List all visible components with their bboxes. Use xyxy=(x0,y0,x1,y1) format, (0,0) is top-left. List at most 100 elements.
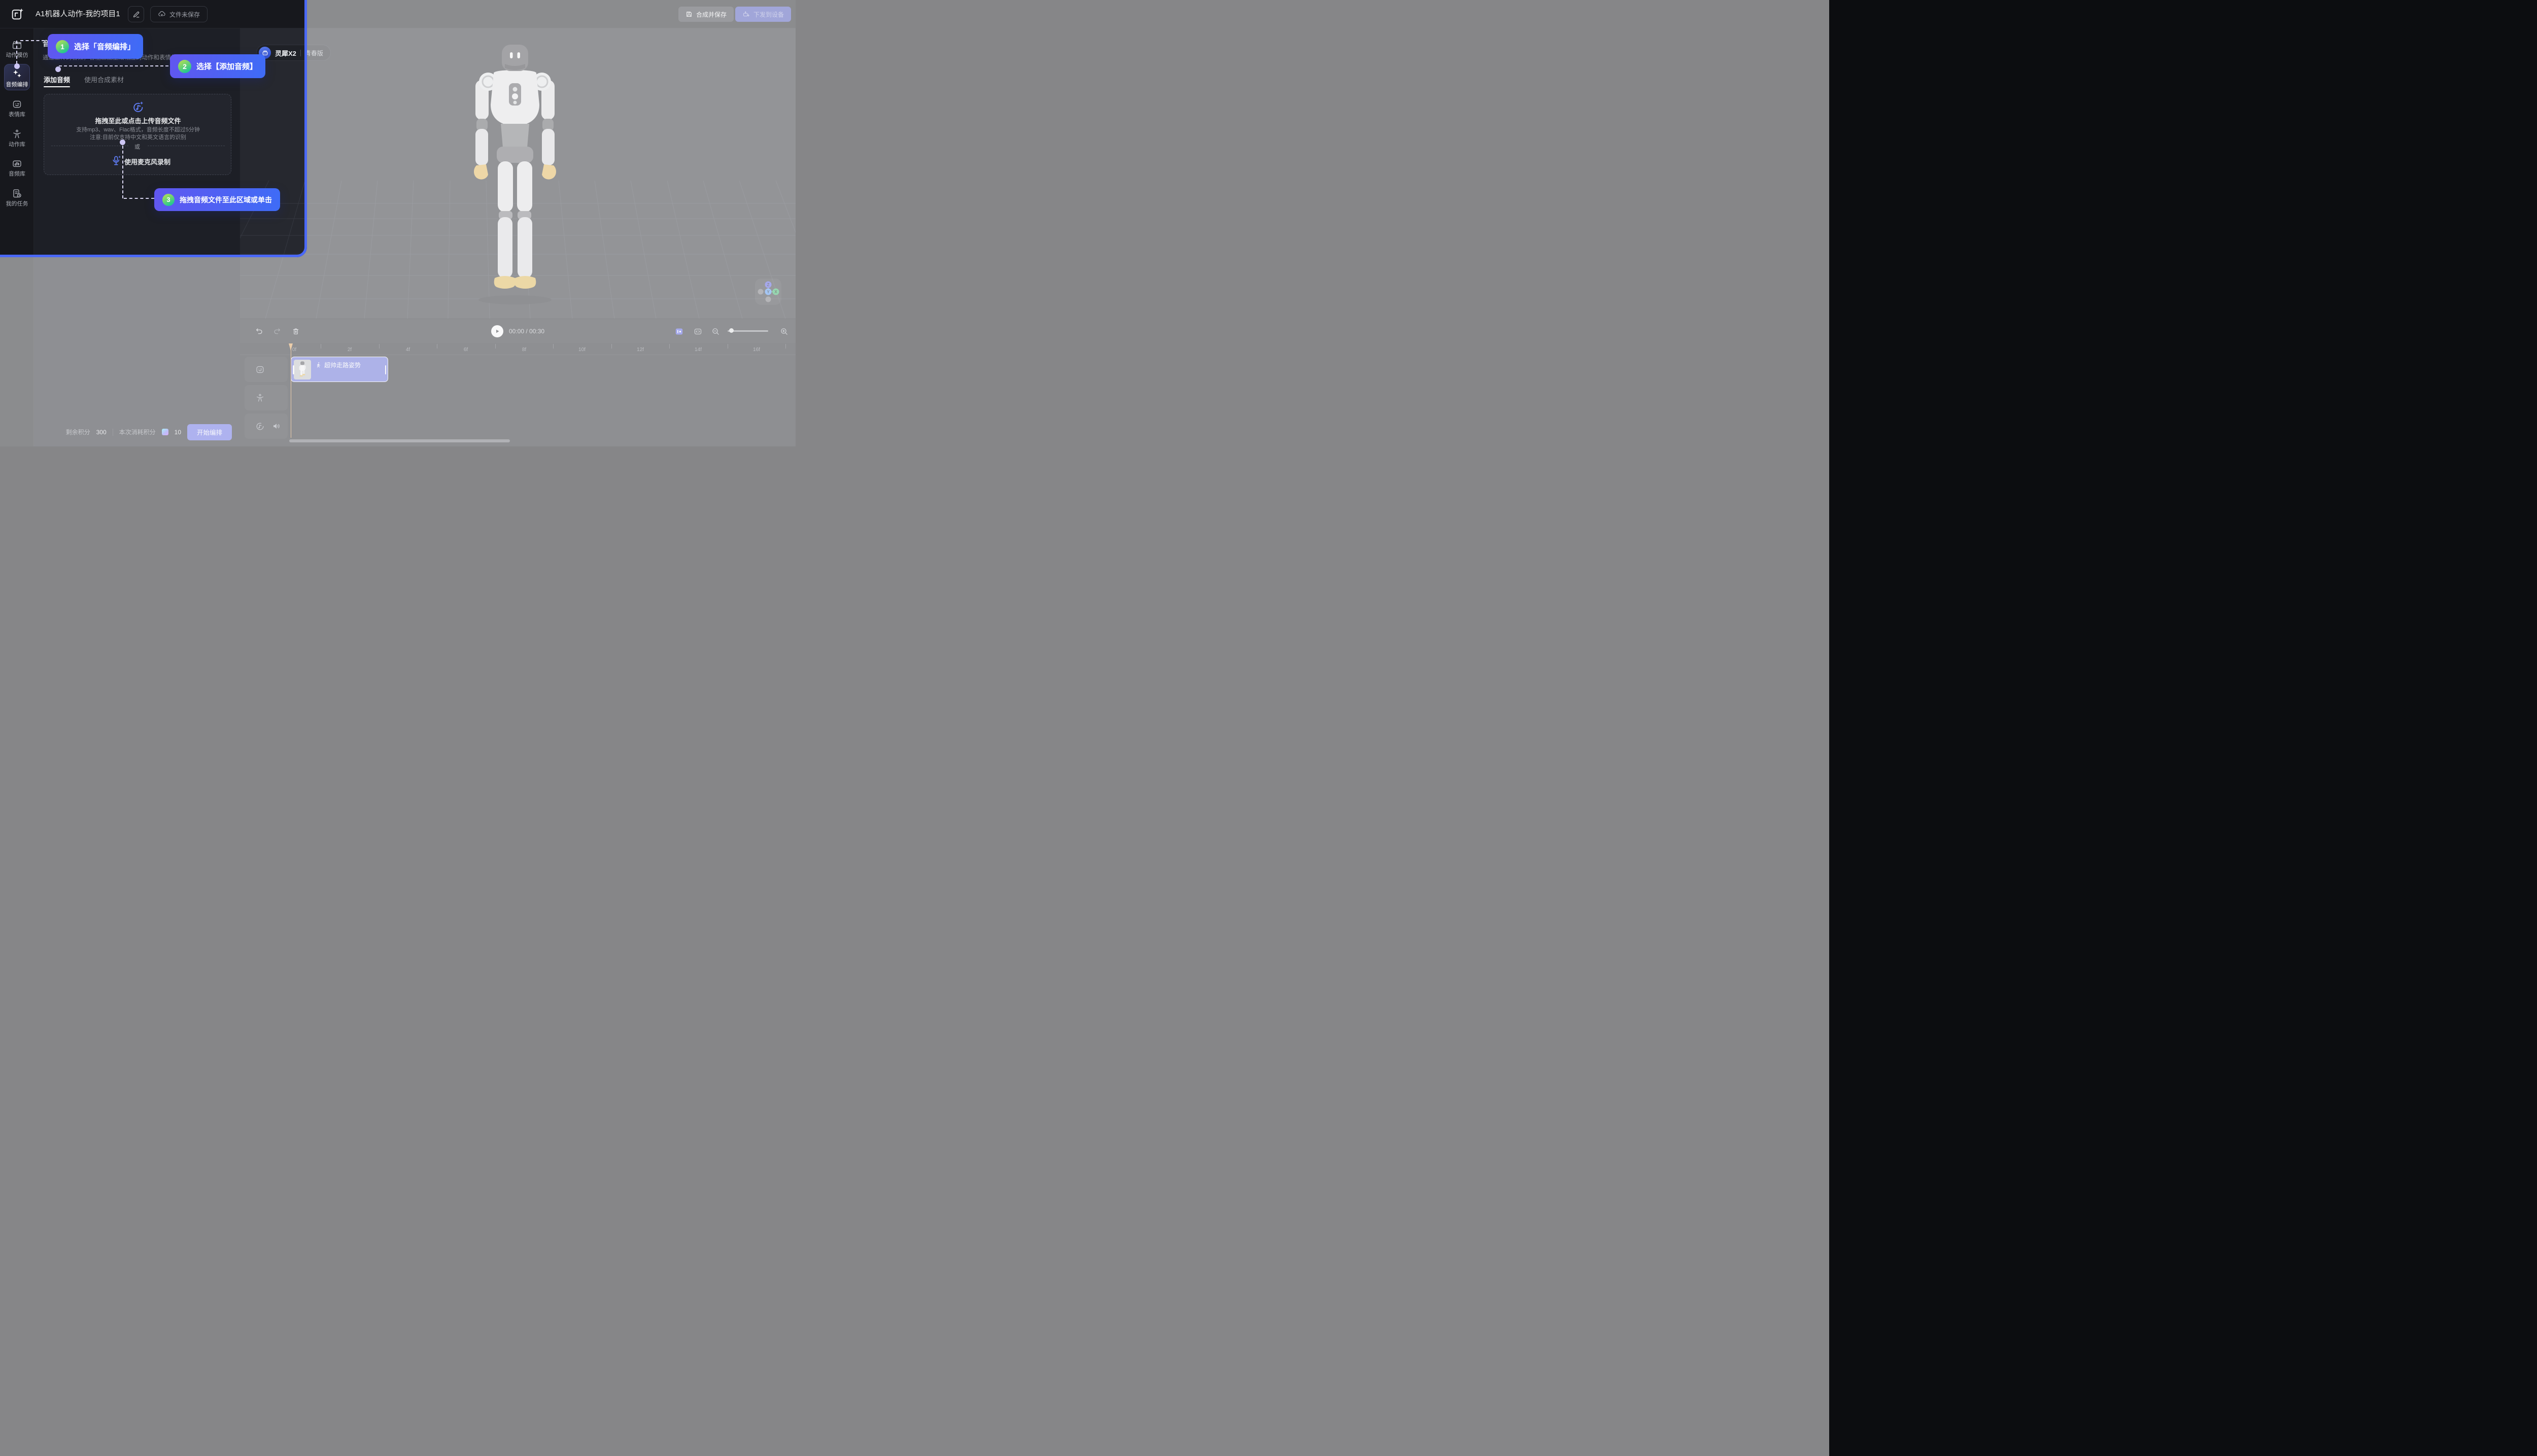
robot-model-name: 灵犀X2 xyxy=(275,48,296,58)
sparkles-icon xyxy=(12,68,23,80)
app-logo-icon xyxy=(10,7,24,21)
step-1-badge: 1 xyxy=(56,40,69,53)
zoom-in-button[interactable] xyxy=(780,327,788,336)
ruler-label: 2f xyxy=(348,347,352,353)
timeline-ruler[interactable]: 0f 2f 4f 6f 8f 10f 12f 14f 16f xyxy=(240,343,796,355)
keyframe-toggle-button[interactable] xyxy=(675,327,683,336)
start-arrange-button[interactable]: 开始编排 xyxy=(187,424,232,440)
ruler-label: 6f xyxy=(464,347,468,353)
pencil-icon xyxy=(132,11,140,18)
top-bar: A1机器人动作-我的项目1 文件未保存 合成并保存 xyxy=(0,0,796,28)
svg-text:Y: Y xyxy=(767,290,770,294)
timeline-area: 0f 2f 4f 6f 8f 10f 12f 14f 16f xyxy=(240,343,796,446)
upload-note: 注意:目前仅支持中文和英文语言的识别 xyxy=(44,133,232,141)
clip-trim-handle-left[interactable] xyxy=(293,365,294,374)
timeline-scrollbar[interactable] xyxy=(289,439,510,442)
remaining-credits-value: 300 xyxy=(96,429,107,436)
delete-button[interactable] xyxy=(292,327,300,335)
audio-upload-dropzone[interactable]: 拖拽至此或点击上传音频文件 支持mp3、wav、Flac格式，音频长度不超过5分… xyxy=(44,94,231,175)
save-button[interactable]: 合成并保存 xyxy=(678,7,734,22)
fit-timeline-button[interactable] xyxy=(694,327,702,336)
timeline-zoom-slider-knob[interactable] xyxy=(729,328,734,333)
ruler-label: 14f xyxy=(695,347,702,353)
mic-record-button[interactable]: 使用麦克风录制 xyxy=(124,157,170,166)
axis-neg-z xyxy=(766,297,771,302)
time-display: 00:00 / 00:30 xyxy=(509,319,544,343)
upload-title: 拖拽至此或点击上传音频文件 xyxy=(44,116,232,125)
timeline-clip-walk-pose[interactable]: 超帅走路姿势 xyxy=(291,357,388,382)
tutorial-connector-2-h xyxy=(59,65,168,66)
clip-label: 超帅走路姿势 xyxy=(324,361,361,369)
rename-button[interactable] xyxy=(128,6,144,22)
tutorial-step-2: 2 选择【添加音频】 xyxy=(170,54,265,78)
task-list-icon xyxy=(12,188,22,199)
tab-use-synth-material[interactable]: 使用合成素材 xyxy=(84,75,124,84)
person-icon xyxy=(12,129,22,140)
tab-add-audio[interactable]: 添加音频 xyxy=(44,75,70,84)
clip-thumbnail xyxy=(294,360,311,379)
save-icon xyxy=(685,11,693,18)
deploy-button[interactable]: 下发到设备 xyxy=(735,7,791,22)
svg-text:Z: Z xyxy=(767,283,770,287)
sidebar-item-motion-library[interactable]: 动作库 xyxy=(0,124,34,152)
ruler-label: 12f xyxy=(637,347,644,353)
badge-divider xyxy=(300,50,301,56)
cost-label: 本次消耗积分 xyxy=(119,428,156,436)
walk-icon xyxy=(315,362,322,368)
clip-label-row: 超帅走路姿势 xyxy=(315,361,361,369)
sidebar-item-label: 音频库 xyxy=(9,171,25,177)
step-3-text: 拖拽音频文件至此区域或单击 xyxy=(180,195,272,205)
ruler-label: 10f xyxy=(578,347,586,353)
undo-button[interactable] xyxy=(255,327,263,335)
ruler-label: 4f xyxy=(406,347,410,353)
track-expression[interactable] xyxy=(245,357,288,382)
tutorial-connector-3-h xyxy=(124,198,154,199)
ruler-label: 8f xyxy=(522,347,526,353)
save-button-label: 合成并保存 xyxy=(696,10,727,19)
robot-model xyxy=(464,44,566,307)
file-status-label: 文件未保存 xyxy=(169,10,200,19)
clip-trim-handle-right[interactable] xyxy=(385,365,387,374)
axis-neg-x xyxy=(758,289,764,295)
track-audio[interactable] xyxy=(245,413,288,439)
divider-or-label: 或 xyxy=(134,143,140,151)
track-motion[interactable] xyxy=(245,385,288,410)
speaker-icon[interactable] xyxy=(272,422,281,431)
tutorial-step-3: 3 拖拽音频文件至此区域或单击 xyxy=(154,188,280,211)
sidebar-item-my-tasks[interactable]: 我的任务 xyxy=(0,183,34,212)
timeline-zoom-slider[interactable] xyxy=(728,330,768,332)
ruler-label: 0f xyxy=(292,347,296,353)
sidebar-item-label: 我的任务 xyxy=(6,201,28,207)
step-2-text: 选择【添加音频】 xyxy=(196,61,257,72)
tab-active-underline xyxy=(44,86,70,87)
zoom-out-button[interactable] xyxy=(711,327,720,336)
tutorial-step-1: 1 选择「音频编排」 xyxy=(48,34,143,59)
tutorial-connector-3-v xyxy=(122,146,123,198)
axis-gizmo[interactable]: Z Y X xyxy=(755,279,781,305)
tutorial-connector-1-h xyxy=(20,40,45,41)
deploy-button-label: 下发到设备 xyxy=(753,10,784,19)
music-track-icon xyxy=(255,422,265,431)
file-status-badge: 文件未保存 xyxy=(150,6,208,22)
sidebar-item-audio-library[interactable]: 音频库 xyxy=(0,153,34,182)
play-button[interactable] xyxy=(491,325,503,337)
robot-download-icon xyxy=(742,11,750,18)
ruler-label: 16f xyxy=(753,347,760,353)
credit-gem-icon xyxy=(162,429,168,435)
robot-3d-viewport[interactable]: 灵犀X2 青春版 Z Y X xyxy=(240,28,796,319)
sidebar-item-expression-library[interactable]: 表情库 xyxy=(0,94,34,122)
sidebar-item-label: 表情库 xyxy=(9,112,25,118)
svg-text:X: X xyxy=(774,290,777,294)
tutorial-connector-1-v xyxy=(16,41,17,64)
tutorial-dot-1 xyxy=(14,63,20,69)
redo-button[interactable] xyxy=(273,327,281,335)
step-1-text: 选择「音频编排」 xyxy=(74,41,135,52)
cost-value: 10 xyxy=(175,429,181,436)
tutorial-dot-3 xyxy=(120,140,125,145)
robot-face-icon xyxy=(12,99,22,110)
step-3-badge: 3 xyxy=(162,194,175,206)
playhead-line[interactable] xyxy=(291,343,292,438)
step-2-badge: 2 xyxy=(178,60,191,73)
sidebar-item-label: 音频编排 xyxy=(6,82,28,88)
remaining-credits-label: 剩余积分 xyxy=(66,428,90,436)
